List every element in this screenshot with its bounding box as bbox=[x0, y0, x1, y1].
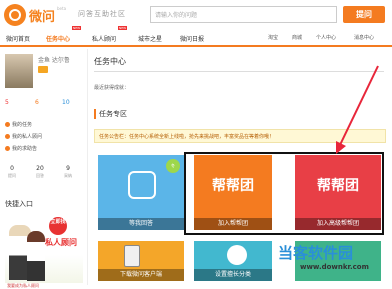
watermark: 当客软件园 www.downkr.com bbox=[270, 238, 392, 285]
watermark-text: 当客软件园 bbox=[278, 244, 354, 262]
watermark-url: www.downkr.com bbox=[300, 263, 369, 271]
